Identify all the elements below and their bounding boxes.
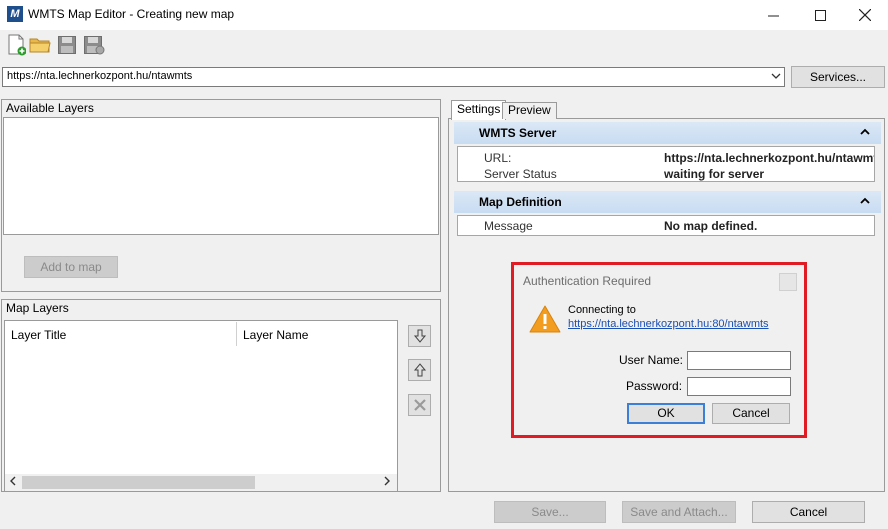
scroll-left-icon[interactable] <box>9 475 17 490</box>
save-icon <box>58 36 76 54</box>
window-title: WMTS Map Editor - Creating new map <box>28 7 235 21</box>
collapse-chevron-icon[interactable] <box>860 196 870 209</box>
server-status-label: Server Status <box>484 167 557 181</box>
column-divider[interactable] <box>236 322 237 346</box>
dialog-cancel-button[interactable]: Cancel <box>712 403 790 424</box>
save-map-button[interactable] <box>55 33 79 57</box>
maximize-button[interactable] <box>797 0 843 30</box>
close-button[interactable] <box>842 0 888 30</box>
add-to-map-button[interactable]: Add to map <box>24 256 118 278</box>
minimize-button[interactable] <box>750 0 796 30</box>
toolbar <box>0 30 888 60</box>
dialog-close-button[interactable] <box>779 273 797 291</box>
new-document-icon <box>8 34 26 56</box>
tab-settings[interactable]: Settings <box>451 100 507 120</box>
column-header-layer-title[interactable]: Layer Title <box>11 328 66 342</box>
connecting-label: Connecting to <box>568 304 636 316</box>
scroll-right-icon[interactable] <box>383 475 391 490</box>
url-value: https://nta.lechnerkozpont.hu/ntawmts <box>664 151 874 165</box>
minimize-icon <box>767 15 779 16</box>
arrow-up-icon <box>413 363 426 377</box>
maximize-icon <box>814 9 826 21</box>
tab-preview[interactable]: Preview <box>502 102 557 119</box>
server-status-value: waiting for server <box>664 167 765 181</box>
chevron-down-icon[interactable] <box>771 70 781 85</box>
services-button[interactable]: Services... <box>791 66 885 88</box>
save-as-map-button[interactable] <box>82 33 106 57</box>
server-url-combobox[interactable]: https://nta.lechnerkozpont.hu/ntawmts <box>2 67 785 87</box>
collapse-chevron-icon[interactable] <box>860 127 870 140</box>
username-input[interactable] <box>687 351 791 370</box>
remove-layer-button[interactable] <box>408 394 431 416</box>
app-icon: M <box>7 6 23 22</box>
close-icon <box>859 9 871 21</box>
map-layers-table[interactable] <box>4 320 398 492</box>
scrollbar-thumb[interactable] <box>22 476 255 489</box>
map-definition-section-header[interactable]: Map Definition <box>454 191 881 213</box>
cancel-button[interactable]: Cancel <box>752 501 865 523</box>
server-url-value: https://nta.lechnerkozpont.hu/ntawmts <box>7 70 193 82</box>
password-input[interactable] <box>687 377 791 396</box>
delete-x-icon <box>413 399 426 411</box>
wmts-server-section-header[interactable]: WMTS Server <box>454 122 881 144</box>
move-down-button[interactable] <box>408 325 431 347</box>
open-map-button[interactable] <box>28 33 52 57</box>
username-label: User Name: <box>619 353 684 367</box>
connecting-url-link[interactable]: https://nta.lechnerkozpont.hu:80/ntawmts <box>568 318 769 330</box>
save-button[interactable]: Save... <box>494 501 606 523</box>
arrow-down-icon <box>413 329 426 343</box>
save-and-attach-button[interactable]: Save and Attach... <box>622 501 736 523</box>
save-as-icon <box>84 36 105 55</box>
map-layers-title: Map Layers <box>6 301 69 315</box>
column-header-layer-name[interactable]: Layer Name <box>243 328 308 342</box>
available-layers-list[interactable] <box>3 117 439 235</box>
new-map-button[interactable] <box>4 33 28 57</box>
warning-icon <box>528 304 562 337</box>
move-up-button[interactable] <box>408 359 431 381</box>
message-value: No map defined. <box>664 219 758 233</box>
message-label: Message <box>484 219 533 233</box>
password-label: Password: <box>626 379 683 393</box>
dialog-title: Authentication Required <box>523 274 652 288</box>
open-folder-icon <box>29 38 51 53</box>
url-label: URL: <box>484 151 512 165</box>
available-layers-title: Available Layers <box>6 101 94 115</box>
ok-button[interactable]: OK <box>627 403 705 424</box>
